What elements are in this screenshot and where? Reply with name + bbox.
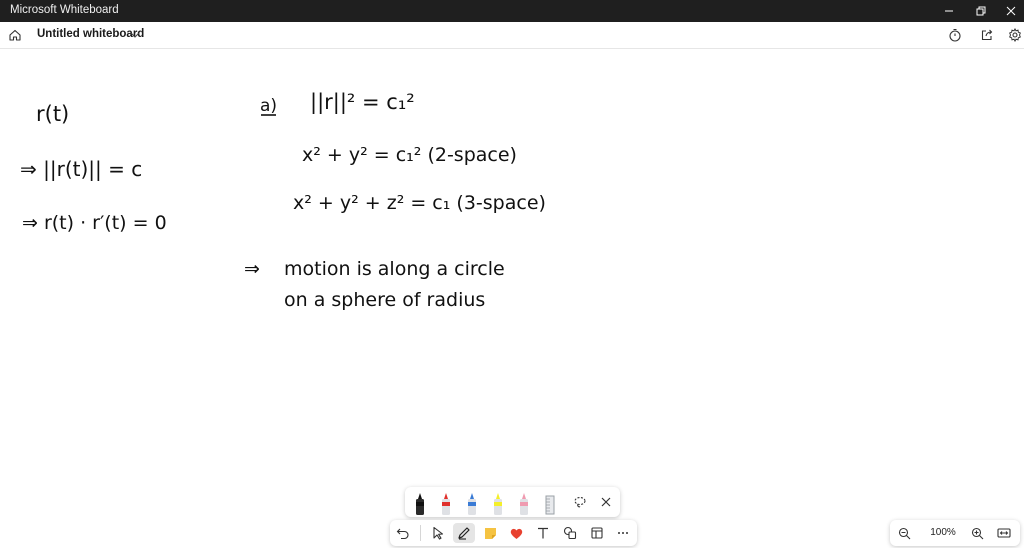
pen-icon xyxy=(458,527,470,540)
close-icon xyxy=(601,497,611,507)
ink-right-line2: x² + y² = c₁² (2-space) xyxy=(302,144,517,166)
red-pen[interactable] xyxy=(439,491,453,515)
select-icon xyxy=(433,526,444,540)
zoom-level[interactable]: 100% xyxy=(928,527,958,538)
ink-left-line1: r(t) xyxy=(36,102,69,126)
undo-button[interactable] xyxy=(392,523,414,543)
text-button[interactable] xyxy=(532,523,554,543)
select-button[interactable] xyxy=(427,523,449,543)
ink-right-arrow: ⇒ xyxy=(244,258,260,280)
home-icon xyxy=(9,29,21,41)
ink-right-label: a) xyxy=(260,96,277,116)
share-button[interactable] xyxy=(977,26,997,44)
toolbar-divider xyxy=(420,525,421,541)
ink-right-line5: on a sphere of radius xyxy=(284,289,485,311)
share-icon xyxy=(981,29,993,41)
pink-pen[interactable] xyxy=(517,491,531,515)
ink-right-line4: motion is along a circle xyxy=(284,258,505,280)
minimize-button[interactable] xyxy=(934,0,964,22)
timer-button[interactable] xyxy=(945,26,965,44)
reaction-button[interactable] xyxy=(505,523,527,543)
zoom-in-button[interactable] xyxy=(968,524,986,542)
main-toolbar xyxy=(390,520,637,546)
settings-icon xyxy=(1009,28,1021,42)
zoom-out-button[interactable] xyxy=(895,524,913,542)
ink-right-line3: x² + y² + z² = c₁ (3-space) xyxy=(293,192,546,214)
lasso-icon xyxy=(574,496,586,508)
zoom-out-icon xyxy=(898,527,910,539)
lasso-button[interactable] xyxy=(571,493,589,511)
close-window-button[interactable] xyxy=(996,0,1024,22)
ink-layer: r(t) ⇒ ||r(t)|| = c ⇒ r(t) · r′(t) = 0 a… xyxy=(20,90,546,311)
more-icon xyxy=(618,532,628,534)
title-bar: Microsoft Whiteboard xyxy=(0,0,1024,22)
reaction-icon xyxy=(510,528,522,539)
fit-to-screen-icon xyxy=(997,528,1011,538)
sticky-note-icon xyxy=(484,527,496,539)
pen-tray xyxy=(405,487,620,517)
black-pen-icon xyxy=(416,493,424,515)
text-icon xyxy=(538,527,548,539)
templates-button[interactable] xyxy=(586,523,608,543)
close-icon xyxy=(1006,6,1016,16)
black-pen[interactable] xyxy=(413,491,427,515)
ink-right-line1: ||r||² = c₁² xyxy=(310,90,415,115)
fit-to-screen-button[interactable] xyxy=(995,524,1013,542)
whiteboard-canvas[interactable]: r(t) ⇒ ||r(t)|| = c ⇒ r(t) · r′(t) = 0 a… xyxy=(0,49,1024,548)
board-menu-button[interactable] xyxy=(129,28,141,42)
ruler-icon xyxy=(545,495,555,515)
ink-left-line2: ⇒ ||r(t)|| = c xyxy=(20,157,142,181)
shapes-icon xyxy=(563,526,577,540)
pen-tool-button[interactable] xyxy=(453,523,475,543)
blue-pen[interactable] xyxy=(465,491,479,515)
window-title: Microsoft Whiteboard xyxy=(10,4,119,16)
settings-button[interactable] xyxy=(1005,26,1024,44)
undo-icon xyxy=(396,528,409,540)
sticky-note-button[interactable] xyxy=(479,523,501,543)
blue-pen-icon xyxy=(468,493,476,515)
more-button[interactable] xyxy=(612,523,634,543)
restore-button[interactable] xyxy=(966,0,996,22)
yellow-highlighter-icon xyxy=(494,493,502,515)
zoom-bar: 100% xyxy=(890,520,1020,546)
templates-icon xyxy=(591,527,603,539)
close-tray-button[interactable] xyxy=(597,493,615,511)
pink-pen-icon xyxy=(520,493,528,515)
ruler[interactable] xyxy=(543,491,557,515)
shapes-button[interactable] xyxy=(559,523,581,543)
chevron-down-icon xyxy=(130,32,140,38)
zoom-in-icon xyxy=(971,527,983,539)
red-pen-icon xyxy=(442,493,450,515)
home-button[interactable] xyxy=(6,26,24,44)
yellow-highlighter[interactable] xyxy=(491,491,505,515)
restore-icon xyxy=(976,6,986,16)
ink-left-line3: ⇒ r(t) · r′(t) = 0 xyxy=(22,212,167,234)
timer-icon xyxy=(949,28,961,42)
app-header: Untitled whiteboard xyxy=(0,22,1024,48)
minimize-icon xyxy=(945,10,953,12)
